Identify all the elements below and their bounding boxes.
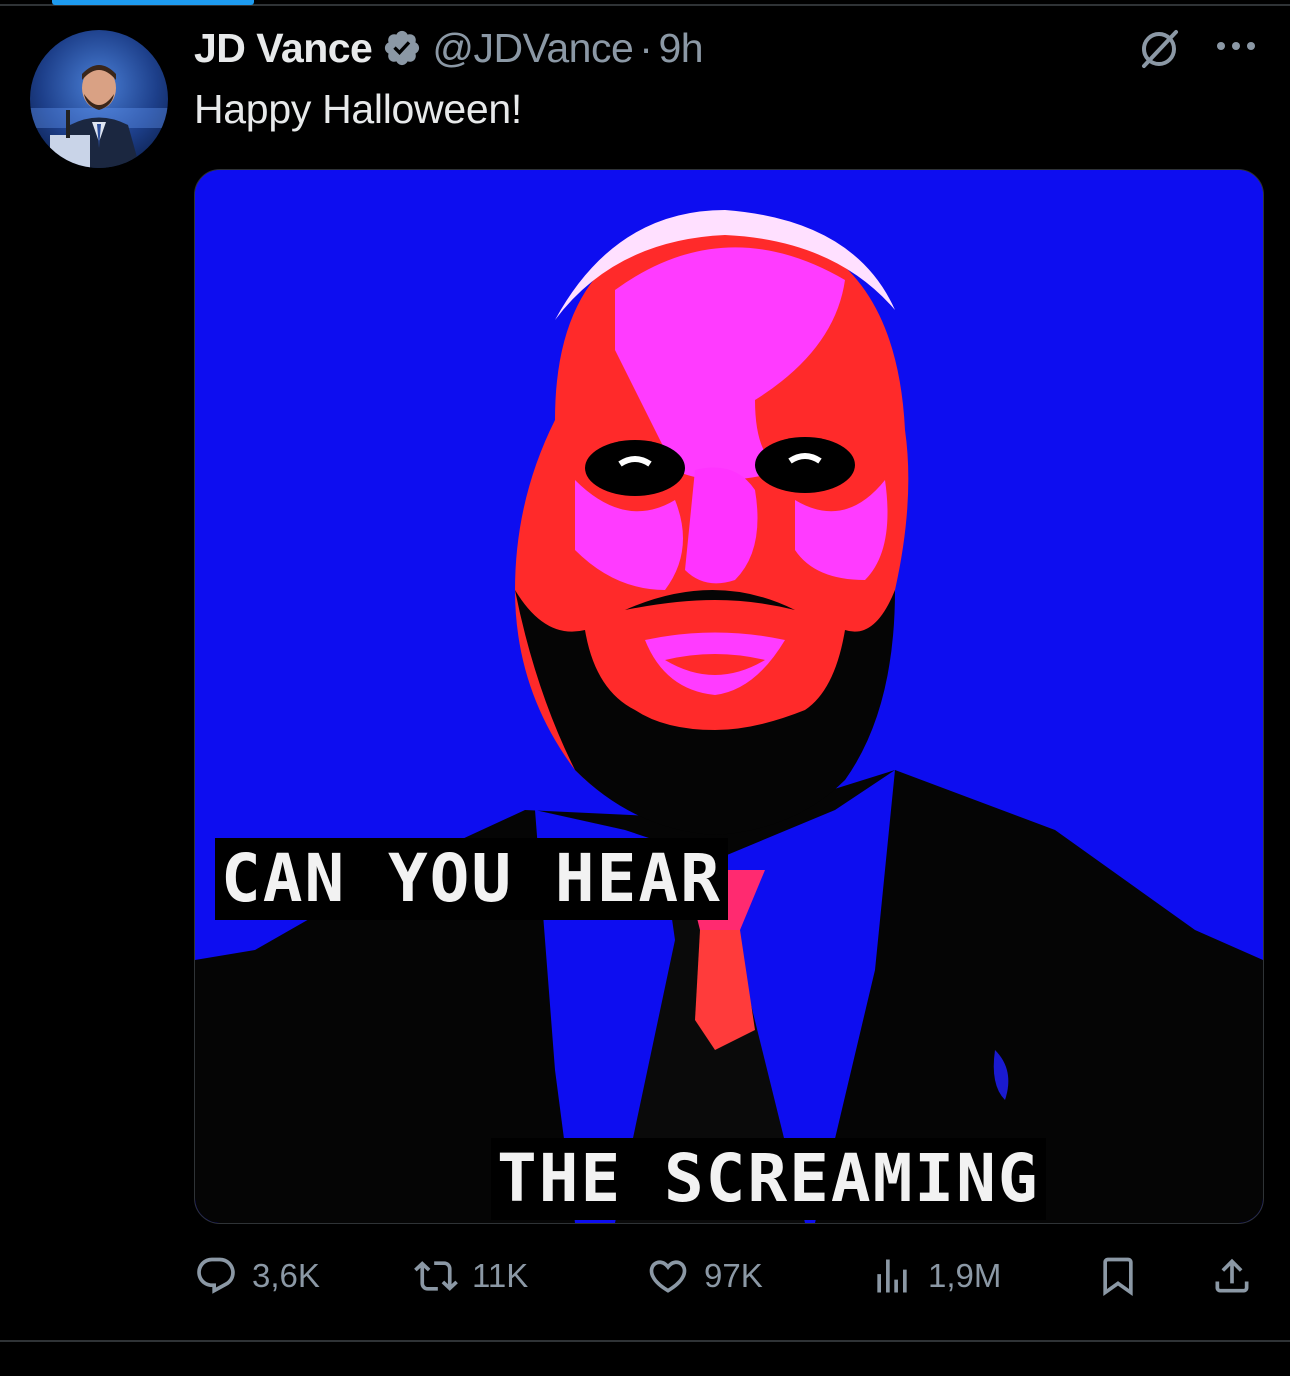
post-header: JD Vance @JDVance · 9h: [194, 24, 704, 72]
post-timestamp[interactable]: 9h: [658, 25, 703, 72]
author-display-name[interactable]: JD Vance: [194, 25, 373, 72]
post-media-image[interactable]: CAN YOU HEAR THE SCREAMING: [194, 169, 1264, 1224]
author-handle[interactable]: @JDVance: [432, 25, 633, 72]
like-button[interactable]: 97K: [646, 1244, 763, 1308]
grok-icon[interactable]: [1136, 26, 1182, 72]
like-icon: [649, 1260, 687, 1293]
bottom-divider: [0, 1340, 1290, 1342]
repost-count: 11K: [472, 1257, 529, 1294]
post-actions-bar: 3,6K 11K 97K 1,9M: [194, 1244, 1262, 1308]
more-options-icon[interactable]: [1212, 36, 1260, 56]
repost-icon: [414, 1261, 458, 1291]
meme-caption-bottom: THE SCREAMING: [491, 1138, 1046, 1220]
bookmark-button[interactable]: [1096, 1244, 1140, 1308]
bookmark-icon: [1103, 1257, 1133, 1297]
share-button[interactable]: [1210, 1244, 1254, 1308]
share-icon: [1215, 1258, 1249, 1293]
post-text: Happy Halloween!: [194, 86, 522, 132]
separator-dot: ·: [639, 24, 653, 71]
avatar[interactable]: [30, 30, 168, 168]
verified-badge-icon: [382, 28, 422, 68]
views-count: 1,9M: [928, 1257, 1002, 1294]
repost-button[interactable]: 11K: [414, 1244, 528, 1308]
meme-illustration: [195, 170, 1263, 1223]
views-button[interactable]: 1,9M: [870, 1244, 1001, 1308]
reply-icon: [197, 1257, 235, 1294]
views-icon: [877, 1259, 907, 1293]
meme-caption-top: CAN YOU HEAR: [215, 838, 728, 920]
reply-count: 3,6K: [252, 1257, 320, 1294]
active-tab-indicator: [52, 0, 254, 5]
reply-button[interactable]: 3,6K: [194, 1244, 320, 1308]
like-count: 97K: [704, 1257, 763, 1294]
